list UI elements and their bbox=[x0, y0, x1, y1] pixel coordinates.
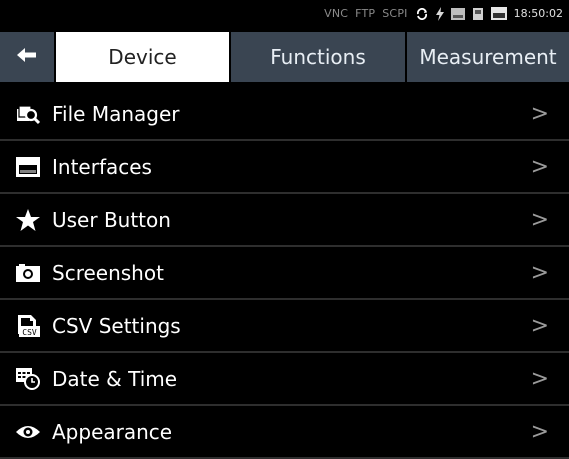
network-icon bbox=[490, 7, 507, 20]
menu-item-interfaces[interactable]: Interfaces > bbox=[0, 141, 569, 194]
vnc-indicator: VNC bbox=[324, 7, 349, 20]
tab-functions[interactable]: Functions bbox=[229, 32, 405, 82]
sd-card-icon bbox=[450, 7, 465, 20]
menu-item-date-time[interactable]: Date & Time > bbox=[0, 353, 569, 406]
menu-item-label: Screenshot bbox=[52, 260, 164, 285]
status-bar: VNC FTP SCPI 18:50:02 bbox=[0, 0, 569, 27]
tab-device[interactable]: Device bbox=[56, 32, 229, 82]
star-icon bbox=[16, 208, 40, 232]
camera-icon bbox=[16, 261, 40, 285]
chevron-right-icon: > bbox=[530, 154, 549, 179]
clock: 18:50:02 bbox=[513, 7, 563, 20]
menu-item-label: File Manager bbox=[52, 101, 180, 126]
back-button[interactable] bbox=[0, 32, 56, 82]
csv-icon: CSV bbox=[16, 314, 40, 338]
scpi-indicator: SCPI bbox=[382, 7, 408, 20]
eye-icon bbox=[16, 420, 40, 444]
date-time-icon bbox=[16, 367, 40, 391]
interfaces-icon bbox=[16, 155, 40, 179]
usb-icon bbox=[472, 7, 484, 20]
menu-item-label: Interfaces bbox=[52, 154, 152, 179]
sync-icon bbox=[415, 7, 429, 20]
menu-item-user-button[interactable]: User Button > bbox=[0, 194, 569, 247]
file-manager-icon bbox=[16, 102, 40, 126]
tab-bar: Device Functions Measurement bbox=[0, 32, 569, 82]
menu-item-appearance[interactable]: Appearance > bbox=[0, 406, 569, 459]
flash-icon bbox=[435, 6, 444, 21]
chevron-right-icon: > bbox=[530, 207, 549, 232]
ftp-indicator: FTP bbox=[355, 7, 376, 20]
chevron-right-icon: > bbox=[530, 260, 549, 285]
menu-item-label: Appearance bbox=[52, 419, 173, 444]
menu-item-csv-settings[interactable]: CSV CSV Settings > bbox=[0, 300, 569, 353]
device-menu: File Manager > Interfaces > User Button … bbox=[0, 88, 569, 459]
chevron-right-icon: > bbox=[530, 313, 549, 338]
menu-item-screenshot[interactable]: Screenshot > bbox=[0, 247, 569, 300]
menu-item-file-manager[interactable]: File Manager > bbox=[0, 88, 569, 141]
chevron-right-icon: > bbox=[530, 419, 549, 444]
menu-item-label: User Button bbox=[52, 207, 171, 232]
chevron-right-icon: > bbox=[530, 101, 549, 126]
back-arrow-icon bbox=[17, 47, 37, 67]
menu-item-label: Date & Time bbox=[52, 366, 178, 391]
tab-measurement[interactable]: Measurement bbox=[405, 32, 569, 82]
svg-text:CSV: CSV bbox=[22, 328, 37, 337]
chevron-right-icon: > bbox=[530, 366, 549, 391]
menu-item-label: CSV Settings bbox=[52, 313, 181, 338]
